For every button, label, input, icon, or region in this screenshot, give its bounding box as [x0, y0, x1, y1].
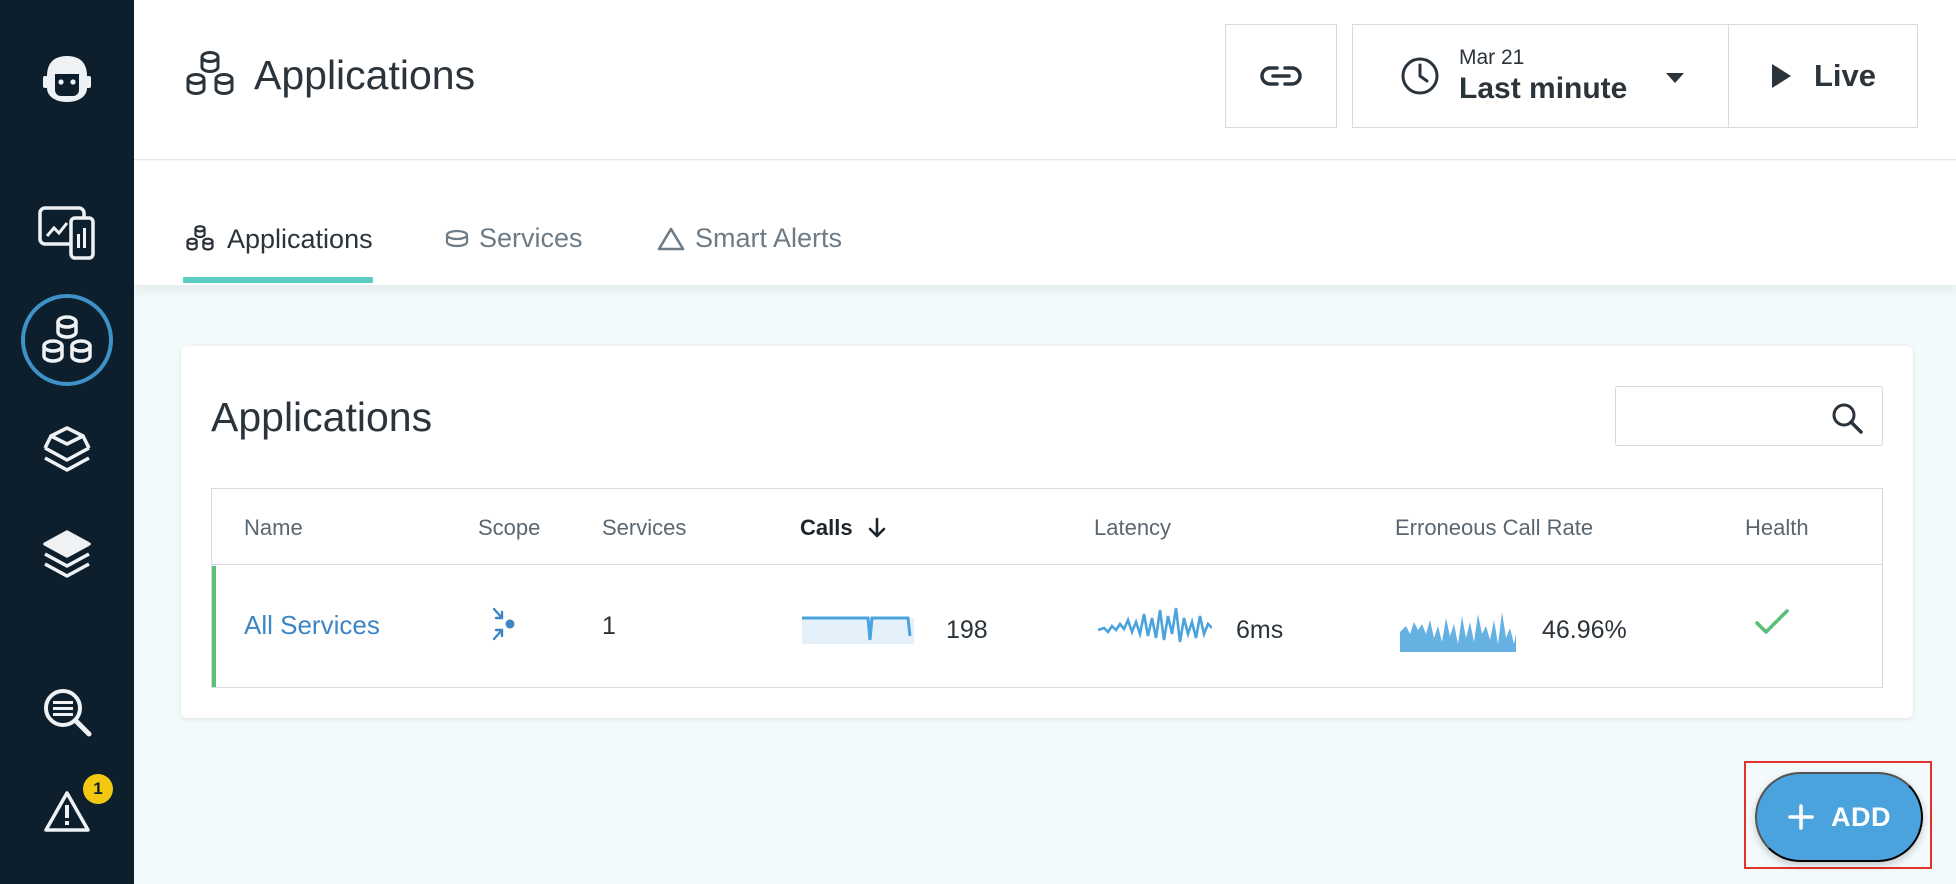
applications-table: Name Scope Services Calls Latency Errone…: [211, 488, 1883, 688]
services-count: 1: [602, 612, 616, 640]
infrastructure-layers-icon: [43, 530, 91, 578]
events-icon-wrap: 1: [43, 774, 113, 834]
error-rate-sparkline: [1400, 612, 1516, 652]
events-alert-icon: [44, 791, 90, 832]
services-icon: [445, 229, 469, 247]
active-indicator: [21, 294, 113, 386]
sidebar-item-analytics[interactable]: [0, 684, 134, 740]
sidebar-logo[interactable]: [0, 52, 134, 106]
calls-value: 198: [946, 616, 988, 644]
notification-badge: 1: [83, 774, 113, 804]
tab-applications-label: Applications: [227, 223, 373, 254]
applications-card: Applications Name Scope Services Calls L…: [181, 346, 1913, 718]
search-input[interactable]: [1616, 387, 1826, 445]
copy-link-button[interactable]: [1225, 24, 1337, 128]
calls-sparkline: [802, 616, 914, 644]
tab-smart-alerts-label: Smart Alerts: [695, 223, 843, 253]
table-row[interactable]: All Services 1 198 6ms 46.96%: [212, 566, 1882, 687]
tab-smart-alerts[interactable]: Smart Alerts: [657, 223, 842, 254]
sidebar-item-websites[interactable]: [0, 204, 134, 262]
applications-icon: [42, 315, 92, 363]
error-rate-value: 46.96%: [1542, 616, 1627, 644]
website-monitoring-icon: [38, 206, 95, 260]
sidebar-item-events[interactable]: 1: [0, 774, 134, 834]
time-range-date: Mar 21: [1459, 46, 1525, 69]
column-header-name[interactable]: Name: [244, 515, 303, 541]
column-header-scope[interactable]: Scope: [478, 515, 540, 541]
sidebar-item-platforms[interactable]: [0, 424, 134, 476]
live-button[interactable]: Live: [1729, 24, 1918, 128]
analytics-search-icon: [44, 689, 92, 737]
search-icon[interactable]: [1830, 401, 1864, 435]
top-header: Applications Mar 21 Last minute Live: [134, 0, 1956, 160]
page-title-text: Applications: [254, 51, 476, 98]
sidebar-item-infrastructure[interactable]: [0, 528, 134, 580]
robot-logo-icon: [43, 56, 91, 102]
check-icon: [1755, 609, 1789, 634]
column-header-health[interactable]: Health: [1745, 515, 1809, 541]
sort-descending-icon: [868, 517, 885, 538]
tab-bar: Applications Services Smart Alerts: [134, 161, 1956, 285]
smart-alerts-icon: [657, 227, 685, 250]
card-title: Applications: [211, 394, 433, 440]
play-icon: [1771, 64, 1791, 88]
tab-services-label: Services: [479, 223, 583, 253]
latency-value: 6ms: [1236, 616, 1284, 644]
column-header-latency[interactable]: Latency: [1094, 515, 1171, 541]
link-icon: [1260, 66, 1302, 86]
column-header-calls[interactable]: Calls: [800, 515, 887, 541]
time-range-text: Mar 21 Last minute: [1459, 46, 1627, 106]
clock-icon: [1401, 57, 1439, 95]
search-box[interactable]: [1615, 386, 1883, 446]
page-title: Applications: [180, 47, 475, 103]
left-sidebar: 1: [0, 0, 134, 884]
add-button-label: ADD: [1831, 801, 1891, 832]
application-name-link[interactable]: All Services: [244, 610, 380, 641]
tab-services[interactable]: Services: [445, 223, 583, 254]
column-header-calls-label: Calls: [800, 515, 853, 540]
caret-down-icon: [1666, 73, 1684, 83]
latency-sparkline: [1098, 607, 1212, 643]
sidebar-item-applications[interactable]: [0, 294, 134, 386]
applications-icon: [186, 225, 214, 251]
tab-applications[interactable]: Applications: [183, 223, 373, 255]
table-header: Name Scope Services Calls Latency Errone…: [212, 489, 1882, 565]
active-tab-underline: [183, 277, 373, 283]
column-header-error-rate[interactable]: Erroneous Call Rate: [1395, 515, 1593, 541]
plus-icon: [1788, 804, 1814, 830]
platforms-icon: [43, 426, 91, 472]
scope-inbound-icon: [492, 607, 515, 641]
time-range-label: Last minute: [1459, 72, 1628, 105]
add-button[interactable]: ADD: [1755, 772, 1923, 862]
column-header-services[interactable]: Services: [602, 515, 686, 541]
live-label: Live: [1813, 58, 1877, 93]
applications-icon: [186, 51, 234, 95]
time-range-picker[interactable]: Mar 21 Last minute: [1352, 24, 1729, 128]
